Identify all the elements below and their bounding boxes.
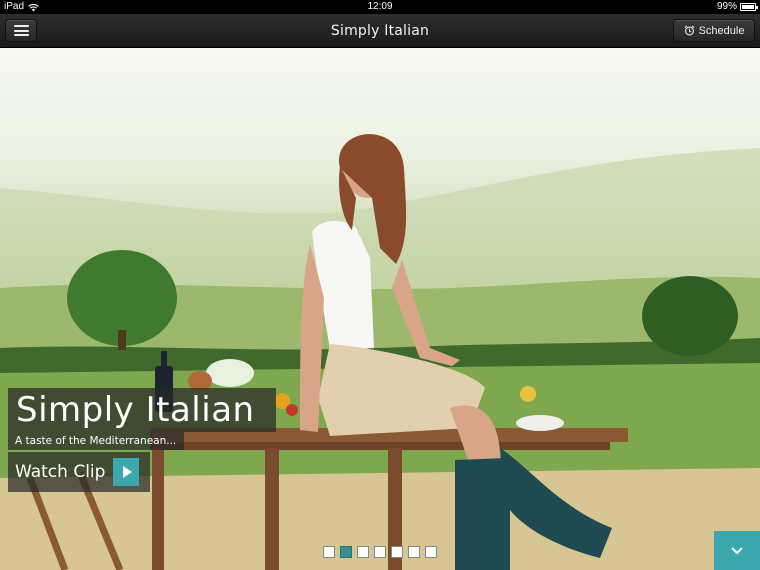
hamburger-icon: [13, 25, 29, 36]
pager-dot[interactable]: [425, 546, 437, 558]
hero-banner[interactable]: Simply Italian A taste of the Mediterran…: [0, 48, 760, 570]
pager-dot[interactable]: [391, 546, 403, 558]
status-time: 12:09: [367, 1, 393, 12]
pager-dot[interactable]: [374, 546, 386, 558]
battery-icon: [740, 3, 758, 11]
battery-percent: 99%: [716, 1, 737, 12]
hero-title: Simply Italian: [8, 388, 276, 432]
page-title: Simply Italian: [330, 23, 430, 39]
nav-bar: Simply Italian Schedule: [0, 14, 760, 48]
pager-dot[interactable]: [408, 546, 420, 558]
schedule-label: Schedule: [698, 24, 745, 37]
alarm-clock-icon: [684, 25, 695, 36]
hero-subtitle: A taste of the Mediterranean...: [8, 432, 184, 450]
pager-dot[interactable]: [323, 546, 335, 558]
watch-clip-button[interactable]: Watch Clip: [8, 452, 150, 492]
play-icon: [122, 466, 132, 478]
schedule-button[interactable]: Schedule: [673, 19, 755, 42]
watch-clip-label: Watch Clip: [15, 462, 106, 482]
play-button[interactable]: [113, 458, 140, 486]
chevron-down-icon: [731, 546, 743, 554]
carousel-pager: [323, 546, 437, 558]
expand-button[interactable]: [714, 531, 760, 570]
menu-button[interactable]: [5, 19, 37, 42]
status-bar: iPad 12:09 99%: [0, 0, 760, 14]
pager-dot[interactable]: [357, 546, 369, 558]
pager-dot[interactable]: [340, 546, 352, 558]
